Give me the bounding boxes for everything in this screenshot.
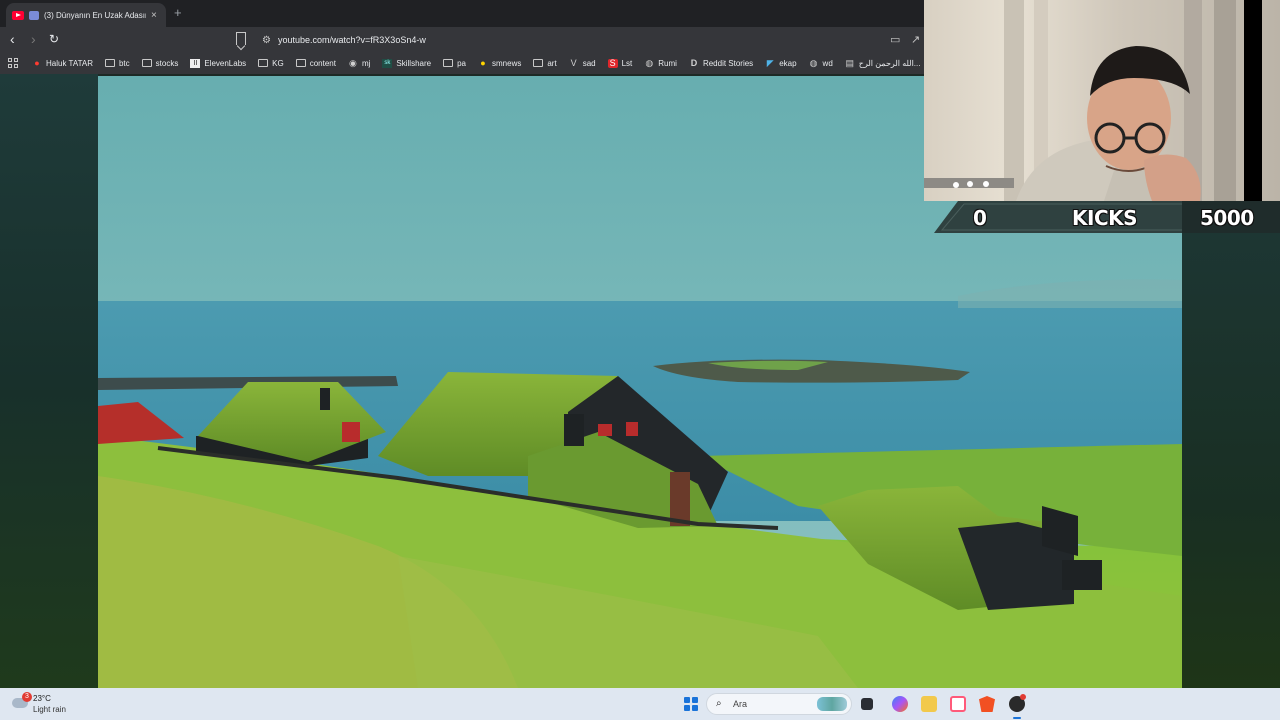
bookmark-page-icon[interactable]	[236, 32, 246, 45]
url-text[interactable]: youtube.com/watch?v=fR3X3oSn4-w	[278, 35, 426, 45]
back-arrow-icon[interactable]: ‹	[10, 31, 15, 47]
kicks-label: KICKS	[1072, 206, 1138, 230]
start-icon[interactable]	[684, 697, 698, 711]
tab-strip: (3) Dünyanın En Uzak Adasına Gittim × +	[0, 0, 924, 27]
tab-title: (3) Dünyanın En Uzak Adasına Gittim	[44, 10, 146, 20]
search-placeholder: Ara	[733, 699, 748, 709]
weather-widget[interactable]: 3 23°C Light rain	[10, 692, 100, 716]
search-highlight-image	[817, 697, 847, 711]
bird-icon: ◤	[766, 57, 774, 68]
video-side-left	[0, 74, 98, 688]
bookmark-item[interactable]: S Lst	[607, 57, 632, 68]
bookmark-item[interactable]: content	[295, 59, 336, 68]
bookmark-item[interactable]: Vsad	[569, 57, 596, 68]
weather-description: Light rain	[33, 705, 66, 714]
share-icon[interactable]: ↗	[911, 33, 920, 46]
globe-icon: ◍	[809, 57, 818, 68]
bookmark-item[interactable]: KG	[258, 59, 284, 68]
brave-icon[interactable]	[979, 696, 995, 712]
active-app-indicator	[1013, 717, 1021, 719]
cast-icon[interactable]: ▭	[890, 33, 900, 46]
kicks-right-value: 5000	[1200, 206, 1254, 230]
new-tab-button[interactable]: +	[174, 5, 182, 20]
bookmark-item[interactable]: ● Haluk TATAR	[32, 57, 93, 68]
webcam-feed	[924, 0, 1280, 201]
globe-icon: ◍	[645, 57, 654, 68]
skillshare-icon: sk	[382, 58, 393, 68]
youtube-favicon-icon	[12, 10, 24, 20]
elevenlabs-icon: II	[190, 58, 201, 68]
bookmark-item[interactable]: D Reddit Stories	[689, 57, 754, 68]
file-explorer-icon[interactable]	[921, 696, 937, 712]
bookmark-item[interactable]: ● smnews	[478, 57, 521, 68]
screen: (3) Dünyanın En Uzak Adasına Gittim × + …	[0, 0, 1280, 720]
site-settings-icon[interactable]: ⚙	[256, 35, 278, 46]
address-bar[interactable]: ⚙ youtube.com/watch?v=fR3X3oSn4-w ▭ ↗	[256, 30, 924, 50]
folder-icon	[533, 59, 544, 67]
bookmark-item[interactable]: II ElevenLabs	[190, 58, 246, 68]
bookmark-item[interactable]: pa	[443, 59, 466, 68]
page-icon: ▤	[845, 57, 855, 68]
tab-close-icon[interactable]: ×	[151, 10, 157, 21]
bookmark-item[interactable]: ◉ mj	[348, 57, 370, 68]
snipping-tool-icon[interactable]	[950, 696, 966, 712]
video-side-right	[1182, 233, 1280, 688]
notification-badge: 3	[22, 692, 32, 702]
tab-youtube[interactable]: (3) Dünyanın En Uzak Adasına Gittim ×	[6, 3, 166, 27]
v-icon: V	[570, 57, 577, 68]
folder-icon	[295, 59, 306, 67]
webcam-image	[924, 0, 1262, 201]
task-view-icon[interactable]	[861, 698, 873, 710]
search-icon: ⌕	[716, 698, 722, 709]
folder-icon	[141, 59, 152, 67]
bookmark-item[interactable]: ◍ Rumi	[644, 57, 677, 68]
s-icon: S	[607, 57, 618, 68]
d-icon: D	[690, 57, 698, 68]
kicks-left-value: 0	[973, 206, 987, 230]
bookmark-item[interactable]: sk Skillshare	[382, 58, 431, 68]
github-icon: ◉	[349, 57, 357, 68]
reload-icon[interactable]: ↻	[49, 31, 59, 47]
bookmark-item[interactable]: art	[533, 59, 557, 68]
taskbar: 3 23°C Light rain ⌕ Ara	[0, 688, 1280, 720]
bookmark-item[interactable]: btc	[104, 59, 130, 68]
apps-grid-icon[interactable]	[8, 58, 18, 68]
smiley-icon: ●	[480, 57, 486, 68]
folder-icon	[104, 59, 115, 67]
bookmark-item[interactable]: ▤ الله الرحمن الرح...	[845, 57, 921, 68]
bookmark-item[interactable]: ◤ ekap	[765, 57, 797, 68]
weather-temperature: 23°C	[33, 694, 51, 703]
folder-icon	[443, 59, 454, 67]
copilot-icon[interactable]	[892, 696, 908, 712]
media-playing-icon	[29, 10, 39, 20]
browser-toolbar: ‹ › ↻ ⚙ youtube.com/watch?v=fR3X3oSn4-w …	[0, 27, 924, 52]
bookmark-item[interactable]: ◍ wd	[809, 57, 833, 68]
youtube-icon: ●	[34, 57, 40, 68]
obs-recording-dot-icon	[1020, 694, 1026, 700]
bookmark-item[interactable]: stocks	[141, 59, 178, 68]
folder-icon	[258, 59, 269, 67]
forward-arrow-icon[interactable]: ›	[31, 31, 36, 47]
taskbar-search[interactable]: ⌕ Ara	[706, 693, 852, 715]
bookmarks-bar: ● Haluk TATAR btc stocks II ElevenLabs KG …	[0, 52, 924, 74]
